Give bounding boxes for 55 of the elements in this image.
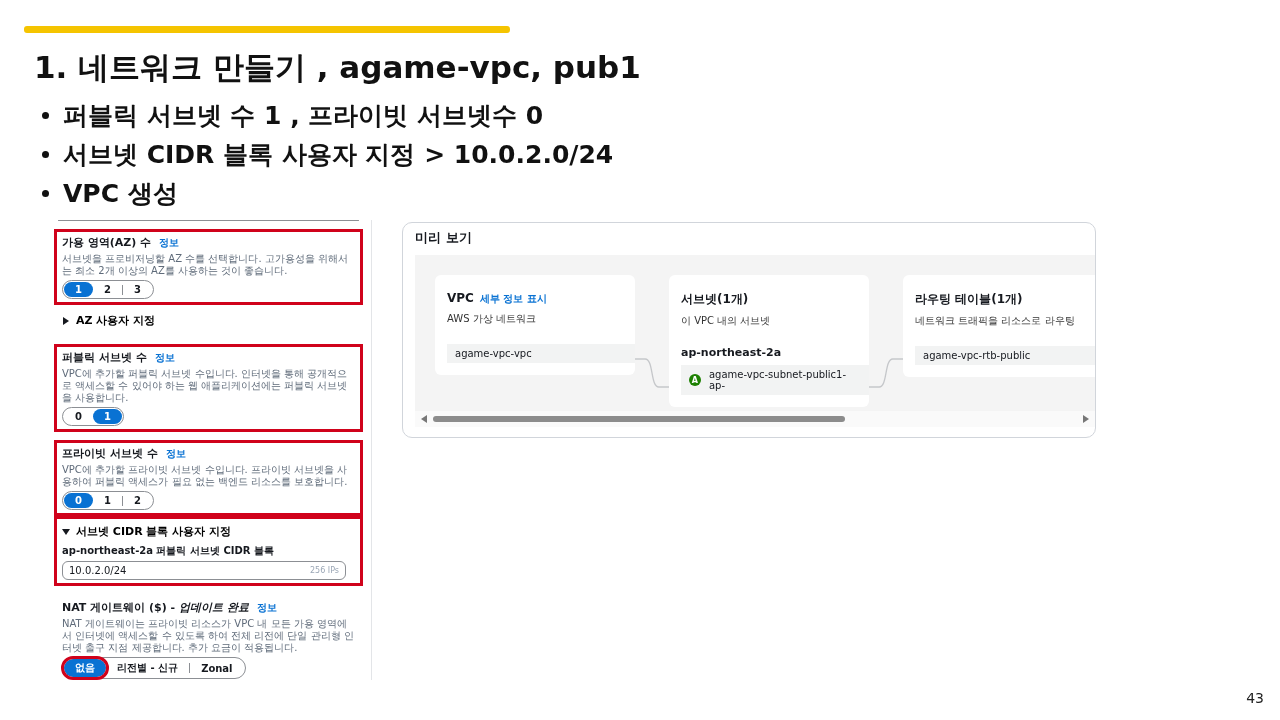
scroll-right-icon[interactable] bbox=[1083, 415, 1089, 423]
resource-item: agame-vpc-rtb-public bbox=[915, 346, 1095, 365]
caret-icon bbox=[62, 316, 70, 325]
segment-option[interactable]: 2 bbox=[92, 282, 122, 297]
scroll-left-icon[interactable] bbox=[421, 415, 427, 423]
field-title: 퍼블릭 서브넷 수 bbox=[62, 350, 147, 365]
expander-toggle[interactable]: 서브넷 CIDR 블록 사용자 지정 bbox=[62, 522, 232, 541]
bullet-dot bbox=[42, 190, 49, 197]
info-link[interactable]: 정보 bbox=[165, 447, 186, 461]
field-title: 프라이빗 서브넷 수 bbox=[62, 446, 158, 461]
connector-line bbox=[869, 357, 903, 389]
zone-label: ap-northeast-2a bbox=[681, 346, 783, 359]
card-subtitle: 이 VPC 내의 서브넷 bbox=[681, 314, 772, 328]
field-description: VPC에 추가할 프라이빗 서브넷 수입니다. 프라이빗 서브넷을 사용하여 퍼블릭 액세스가 필요 없는 백엔드 리소스를 보호합니다. bbox=[62, 464, 349, 488]
card-subtitle: AWS 가상 네트워크 bbox=[447, 312, 537, 326]
info-link[interactable]: 정보 bbox=[256, 601, 277, 615]
segment-option[interactable]: 0 bbox=[64, 493, 93, 508]
bullet-text: VPC 생성 bbox=[63, 178, 178, 210]
page-number: 43 bbox=[1246, 690, 1264, 706]
bullet-text: 퍼블릭 서브넷 수 1 , 프라이빗 서브넷수 0 bbox=[63, 100, 544, 132]
cidr-input[interactable]: 10.0.2.0/24 256 IPs bbox=[62, 561, 346, 580]
card-subtitle: 네트워크 트래픽을 리소스로 라우팅 bbox=[915, 314, 1076, 328]
segment-option[interactable]: Zonal bbox=[190, 660, 244, 676]
field-title: 가용 영역(AZ) 수 bbox=[62, 235, 152, 250]
segment-option[interactable]: 1 bbox=[92, 409, 122, 424]
field-label: ap-northeast-2a 퍼블릭 서브넷 CIDR 블록 bbox=[62, 544, 275, 558]
resource-item: A agame-vpc-subnet-public1-ap- bbox=[681, 365, 869, 395]
field-description: NAT 게이트웨이는 프라이빗 리소스가 VPC 내 모든 가용 영역에서 인터넷에 액세스할 수 있도록 하여 전체 리전에 단일 관리형 인터넷 출구 지점 제공합니다. 추가 요금이 적용됩니다. bbox=[62, 618, 355, 654]
bullet-dot bbox=[42, 112, 49, 119]
field-description: VPC에 추가할 퍼블릭 서브넷 수입니다. 인터넷을 통해 공개적으로 액세스할 수 있어야 하는 웹 애플리케이션에는 퍼블릭 서브넷을 사용합니다. bbox=[62, 368, 349, 404]
details-link[interactable]: 세부 정보 표시 bbox=[479, 292, 547, 306]
resource-item: agame-vpc-vpc bbox=[447, 344, 635, 363]
panel-title: 미리 보기 bbox=[415, 229, 473, 247]
info-link[interactable]: 정보 bbox=[154, 351, 175, 365]
bullet-text: 서브넷 CIDR 블록 사용자 지정 > 10.0.2.0/24 bbox=[63, 139, 614, 171]
zone-badge: A bbox=[689, 374, 701, 386]
info-link[interactable]: 정보 bbox=[159, 236, 180, 250]
segment-option[interactable]: 리전별 - 신규 bbox=[106, 659, 190, 677]
slide-title: 1. 네트워크 만들기 , agame-vpc, pub1 bbox=[34, 48, 642, 87]
segment-option[interactable]: 1 bbox=[64, 282, 93, 297]
field-description: 서브넷을 프로비저닝할 AZ 수를 선택합니다. 고가용성을 위해서는 최소 2개 이상의 AZ를 사용하는 것이 좋습니다. bbox=[62, 253, 349, 277]
segment-option[interactable]: 2 bbox=[122, 493, 152, 508]
card-title: 서브넷(1개) bbox=[681, 291, 749, 308]
card-title: 라우팅 테이블(1개) bbox=[915, 291, 1023, 308]
segment-option[interactable]: 3 bbox=[122, 282, 152, 297]
field-title: NAT 게이트웨이 ($) - 업데이트 완료 bbox=[62, 600, 249, 615]
connector-line bbox=[635, 357, 669, 389]
expander-toggle[interactable]: AZ 사용자 지정 bbox=[62, 311, 156, 330]
card-title: VPC bbox=[447, 291, 474, 305]
caret-icon bbox=[62, 527, 70, 536]
segment-option[interactable]: 없음 bbox=[64, 659, 106, 677]
segment-option[interactable]: 0 bbox=[64, 409, 93, 424]
scrollbar-thumb[interactable] bbox=[433, 416, 846, 422]
bullet-dot bbox=[42, 151, 49, 158]
segment-option[interactable]: 1 bbox=[92, 493, 122, 508]
